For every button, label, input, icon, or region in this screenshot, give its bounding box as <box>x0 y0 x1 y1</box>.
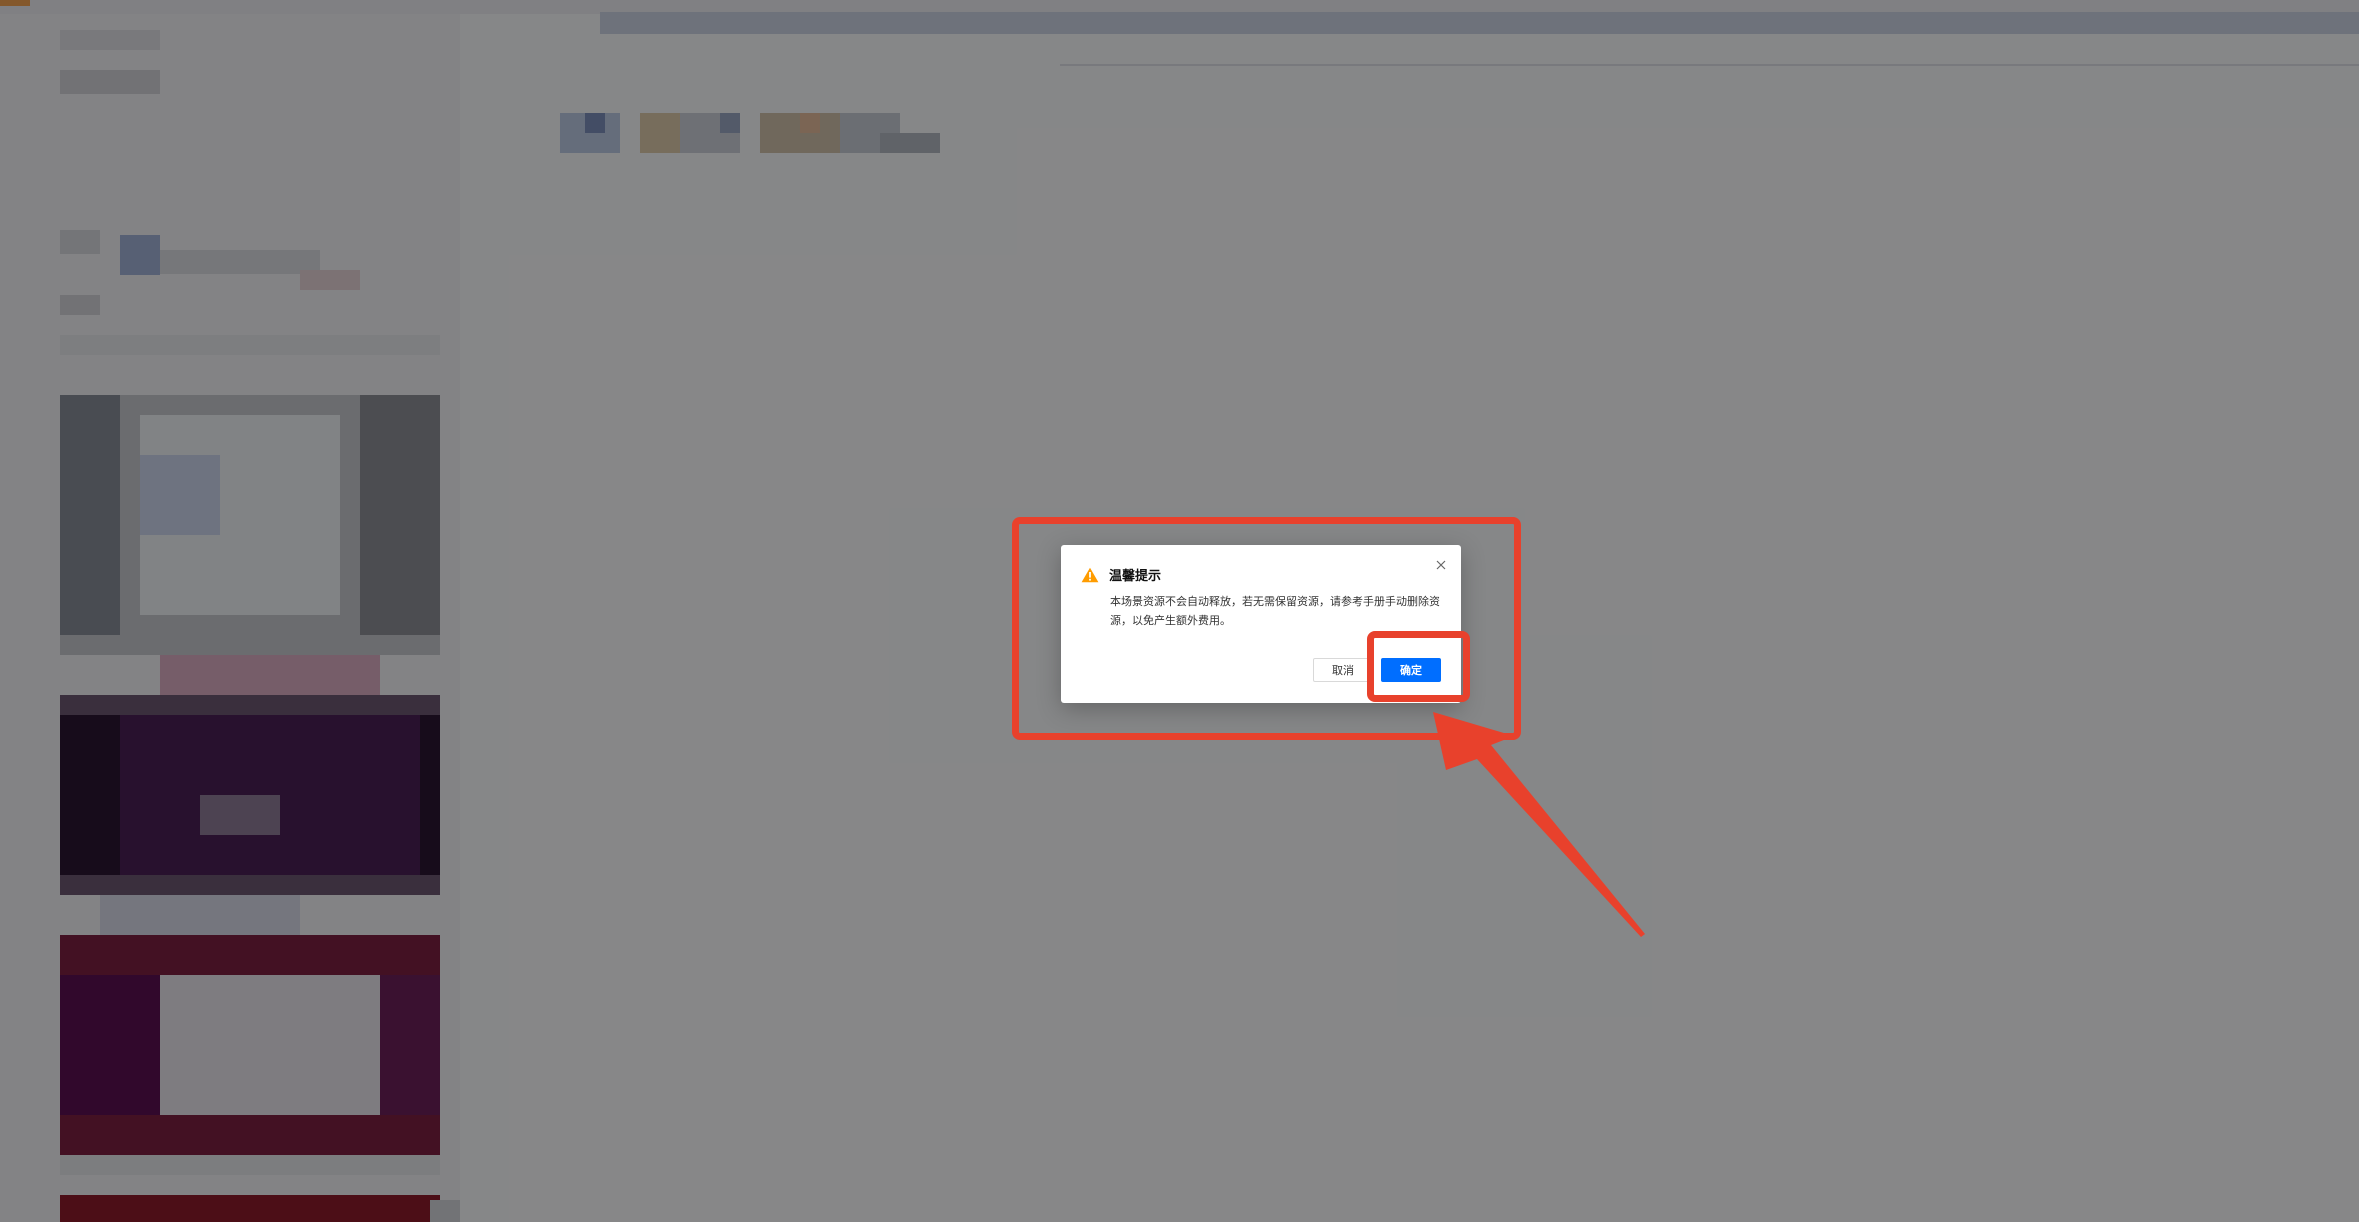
dialog-footer: 取消 确定 <box>1313 658 1441 682</box>
dialog-header: 温馨提示 <box>1081 565 1161 584</box>
close-icon[interactable] <box>1433 557 1449 573</box>
page: 温馨提示 本场景资源不会自动释放，若无需保留资源，请参考手册手动删除资源，以免产… <box>0 0 2359 1222</box>
dialog-message: 本场景资源不会自动释放，若无需保留资源，请参考手册手动删除资源，以免产生额外费用… <box>1110 595 1440 627</box>
warning-icon <box>1081 567 1099 583</box>
confirm-dialog: 温馨提示 本场景资源不会自动释放，若无需保留资源，请参考手册手动删除资源，以免产… <box>1061 545 1461 703</box>
dialog-title: 温馨提示 <box>1109 569 1162 584</box>
ok-button[interactable]: 确定 <box>1381 658 1441 682</box>
cancel-button[interactable]: 取消 <box>1313 658 1373 682</box>
